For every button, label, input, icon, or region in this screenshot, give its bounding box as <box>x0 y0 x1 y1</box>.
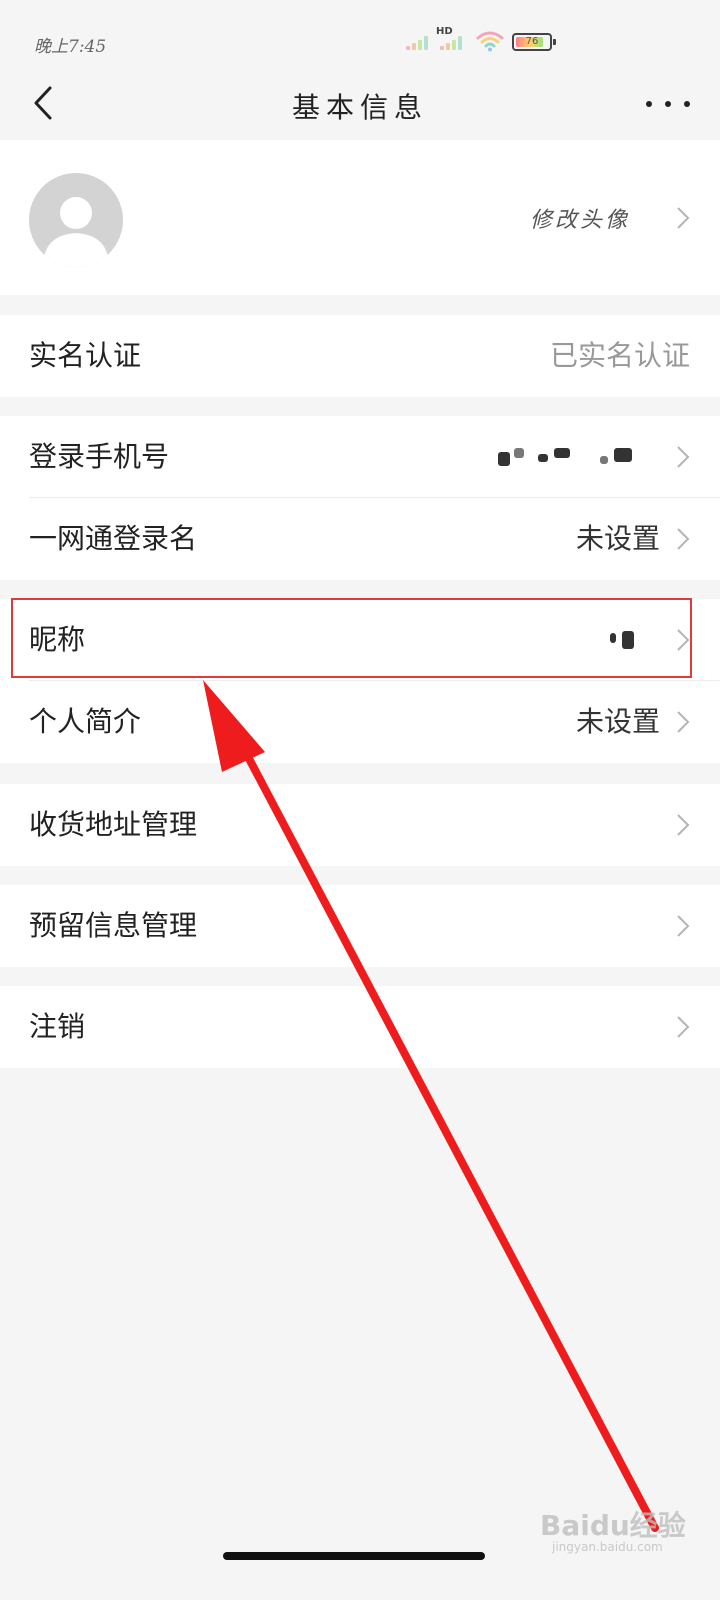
watermark-sub: jingyan.baidu.com <box>552 1540 663 1554</box>
chevron-right-icon <box>677 528 690 550</box>
address-section: 收货地址管理 <box>0 784 720 866</box>
edit-avatar-label: 修改头像 <box>529 208 630 233</box>
watermark: Baidu经验 <box>540 1509 686 1542</box>
more-horizontal-icon <box>646 101 652 107</box>
signal-icon <box>406 34 432 50</box>
real-name-row[interactable]: 实名认证 已实名认证 <box>0 315 720 397</box>
phone-label: 登录手机号 <box>29 440 170 473</box>
bio-row[interactable]: 个人简介 未设置 <box>0 681 720 763</box>
status-bar: 晚上7:45 HD 76 <box>0 0 720 80</box>
avatar-row[interactable]: 修改头像 <box>0 140 720 295</box>
status-time: 晚上7:45 <box>34 37 107 57</box>
chevron-right-icon <box>677 915 690 937</box>
real-name-section: 实名认证 已实名认证 <box>0 315 720 397</box>
address-row[interactable]: 收货地址管理 <box>0 784 720 866</box>
avatar[interactable] <box>29 173 123 267</box>
battery-level: 76 <box>525 36 539 47</box>
login-name-row[interactable]: 一网通登录名 未设置 <box>0 498 720 580</box>
login-name-value: 未设置 <box>575 522 660 555</box>
redacted-phone <box>490 446 650 468</box>
real-name-status: 已实名认证 <box>549 339 690 372</box>
phone-row[interactable]: 登录手机号 <box>0 416 720 498</box>
chevron-right-icon <box>677 1016 690 1038</box>
real-name-label: 实名认证 <box>29 339 142 372</box>
reserved-info-row[interactable]: 预留信息管理 <box>0 885 720 967</box>
nav-bar: 基本信息 <box>0 70 720 140</box>
battery-icon: 76 <box>512 33 556 51</box>
chevron-right-icon <box>677 446 690 468</box>
chevron-right-icon <box>677 629 690 651</box>
signal-hd-icon <box>440 34 466 50</box>
cancel-account-label: 注销 <box>29 1010 86 1043</box>
nickname-label: 昵称 <box>29 623 86 656</box>
profile-section: 昵称 个人简介 未设置 <box>0 599 720 763</box>
cancel-account-row[interactable]: 注销 <box>0 986 720 1068</box>
login-name-label: 一网通登录名 <box>29 522 198 555</box>
bio-label: 个人简介 <box>29 705 142 738</box>
chevron-right-icon <box>677 711 690 733</box>
nickname-row[interactable]: 昵称 <box>0 599 720 681</box>
chevron-right-icon <box>677 814 690 836</box>
redacted-nickname <box>606 629 640 651</box>
account-section: 登录手机号 一网通登录名 未设置 <box>0 416 720 580</box>
chevron-right-icon <box>677 207 690 229</box>
reserved-info-label: 预留信息管理 <box>29 909 198 942</box>
page-title: 基本信息 <box>291 91 428 124</box>
home-indicator[interactable] <box>223 1552 485 1560</box>
wifi-icon <box>476 31 504 52</box>
reserved-info-section: 预留信息管理 <box>0 885 720 967</box>
bio-value: 未设置 <box>575 705 660 738</box>
address-label: 收货地址管理 <box>29 808 198 841</box>
more-button[interactable] <box>646 84 690 124</box>
user-placeholder-icon <box>43 197 109 267</box>
cancel-account-section: 注销 <box>0 986 720 1068</box>
